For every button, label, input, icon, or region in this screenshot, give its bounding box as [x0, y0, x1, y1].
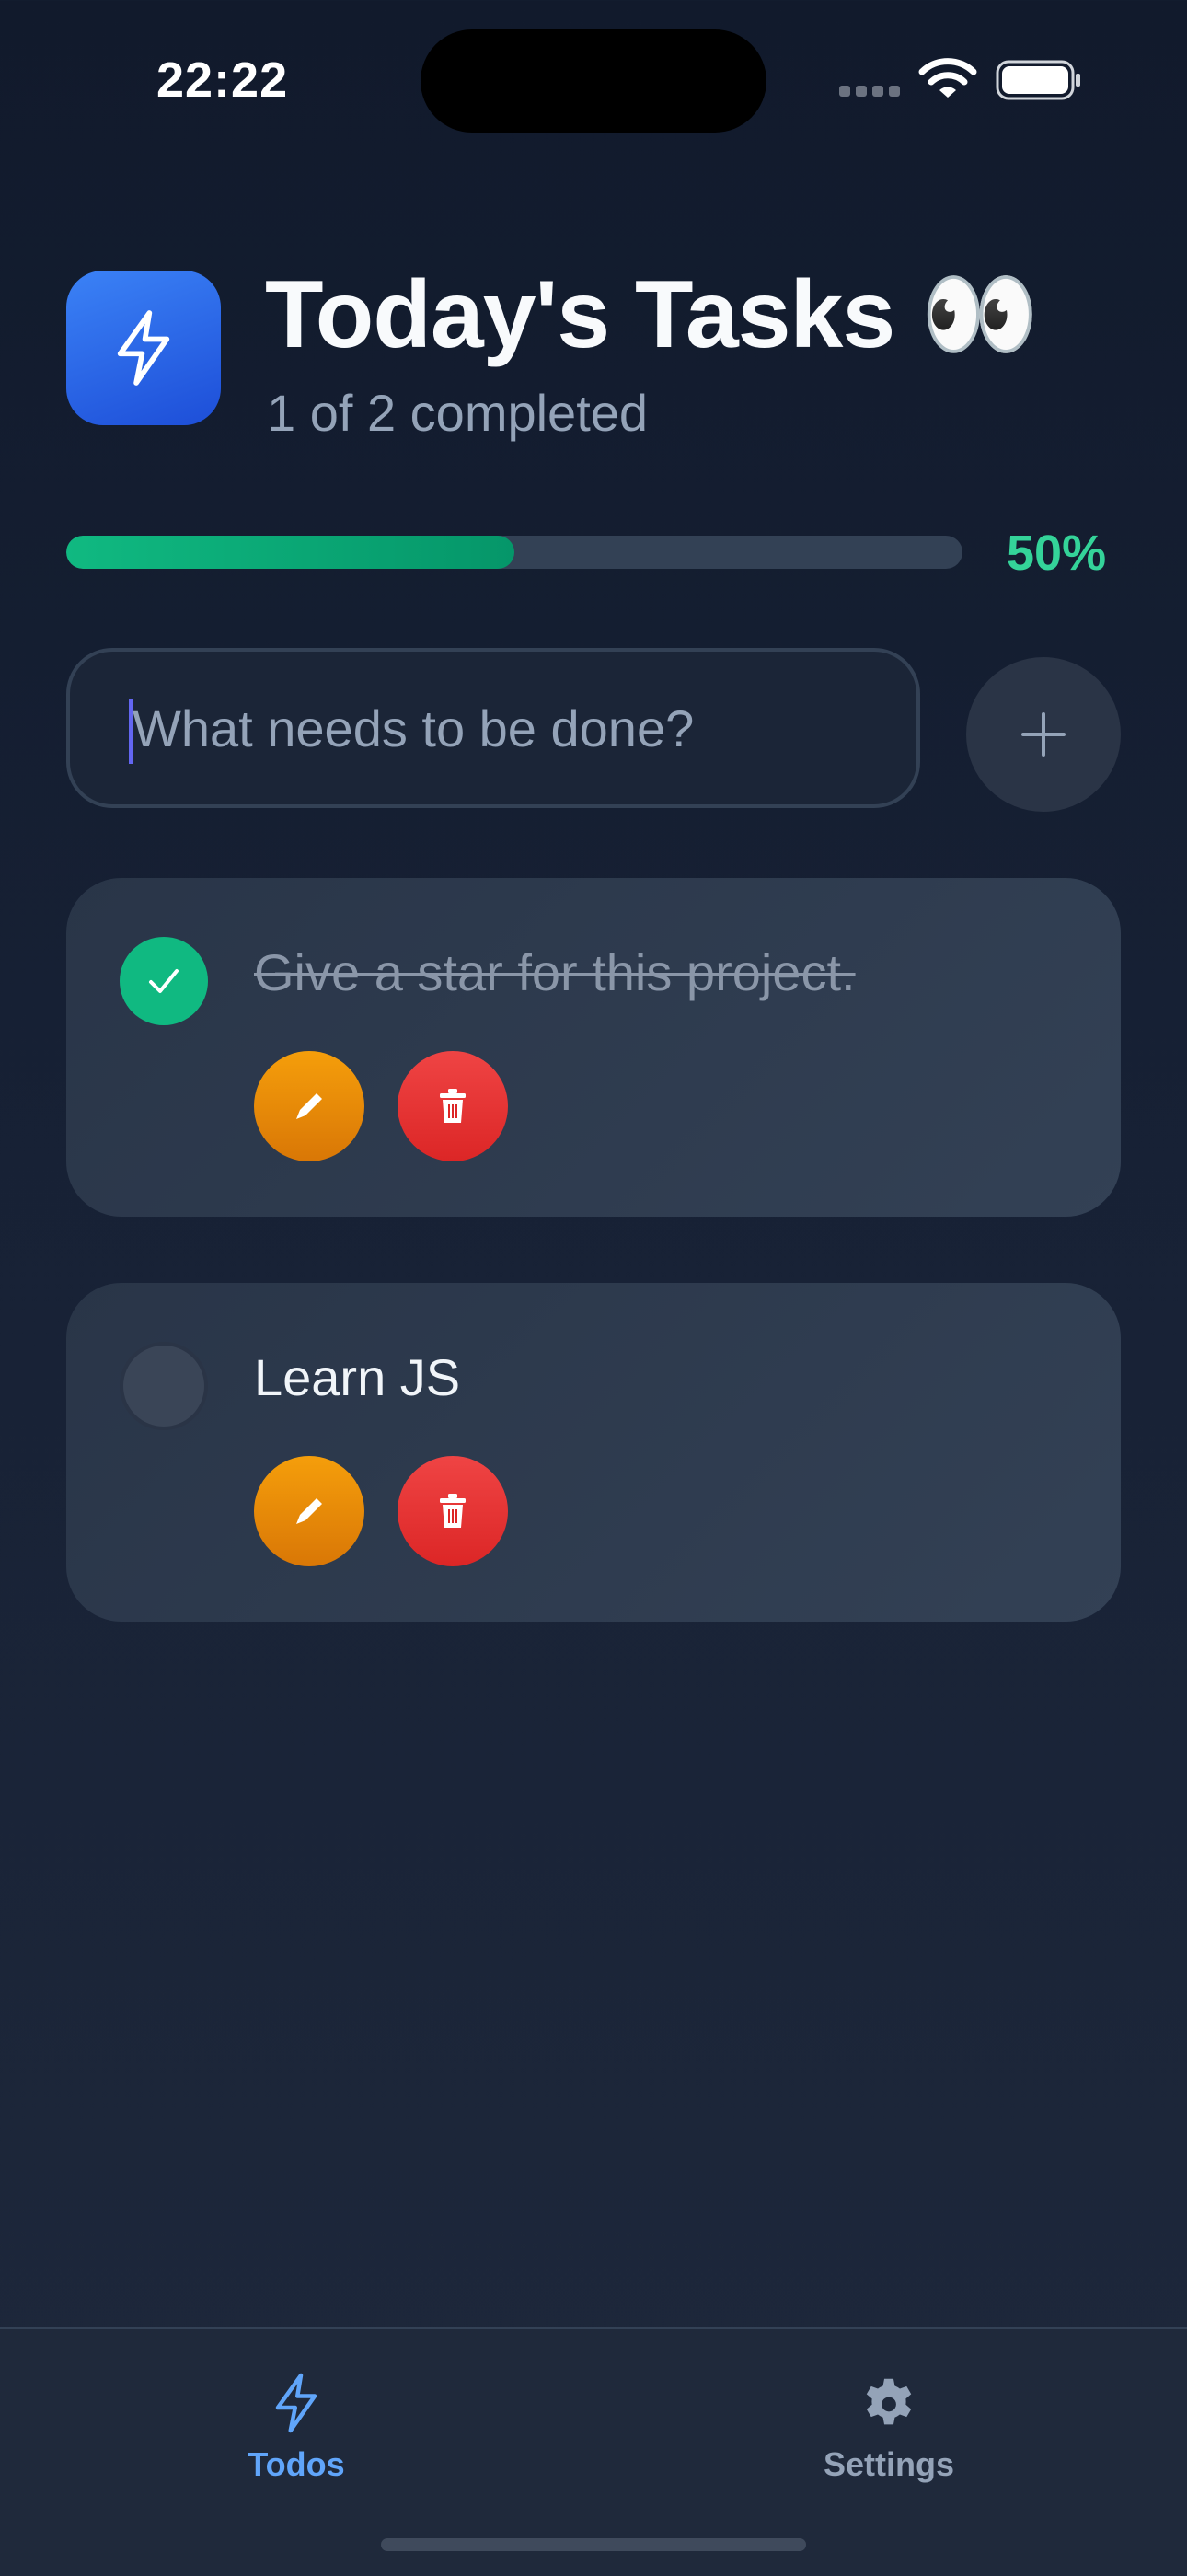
tab-todos[interactable]: Todos [158, 2370, 434, 2484]
dynamic-island [421, 29, 766, 133]
todo-checkbox-unchecked[interactable] [120, 1342, 208, 1430]
home-indicator [381, 2538, 806, 2551]
plus-icon [1021, 712, 1066, 757]
todo-text: Learn JS [254, 1348, 461, 1406]
pencil-icon [296, 1498, 322, 1524]
progress-bar [66, 536, 962, 569]
edit-todo-button[interactable] [254, 1051, 364, 1161]
battery-icon [996, 60, 1080, 100]
add-todo-button[interactable] [966, 657, 1121, 812]
bolt-icon [117, 310, 170, 386]
bolt-icon [275, 2373, 317, 2433]
new-todo-input[interactable] [129, 652, 887, 804]
page-title: Today's Tasks 👀 [265, 261, 1040, 368]
todo-card: Give a star for this project. [66, 878, 1121, 1217]
pencil-icon [296, 1093, 322, 1119]
edit-todo-button[interactable] [254, 1456, 364, 1566]
todo-card: Learn JS [66, 1283, 1121, 1622]
status-time: 22:22 [156, 52, 289, 108]
completion-summary: 1 of 2 completed [267, 384, 649, 442]
text-cursor [129, 699, 133, 764]
delete-todo-button[interactable] [398, 1456, 508, 1566]
tab-settings[interactable]: Settings [751, 2370, 1027, 2484]
trash-icon [440, 1089, 466, 1123]
cellular-signal-icon [839, 85, 905, 98]
progress-percent: 50% [1007, 526, 1107, 581]
app-logo-bolt-icon [66, 271, 221, 425]
wifi-icon [918, 58, 977, 98]
trash-icon [440, 1494, 466, 1528]
todo-text: Give a star for this project. [254, 943, 856, 1001]
todo-checkbox-checked[interactable] [120, 937, 208, 1025]
new-todo-field[interactable] [66, 648, 920, 808]
gear-icon [866, 2378, 912, 2425]
tab-label: Todos [248, 2445, 345, 2483]
tab-label: Settings [823, 2445, 954, 2483]
delete-todo-button[interactable] [398, 1051, 508, 1161]
checkmark-icon [149, 969, 179, 993]
progress-bar-fill [66, 536, 514, 569]
